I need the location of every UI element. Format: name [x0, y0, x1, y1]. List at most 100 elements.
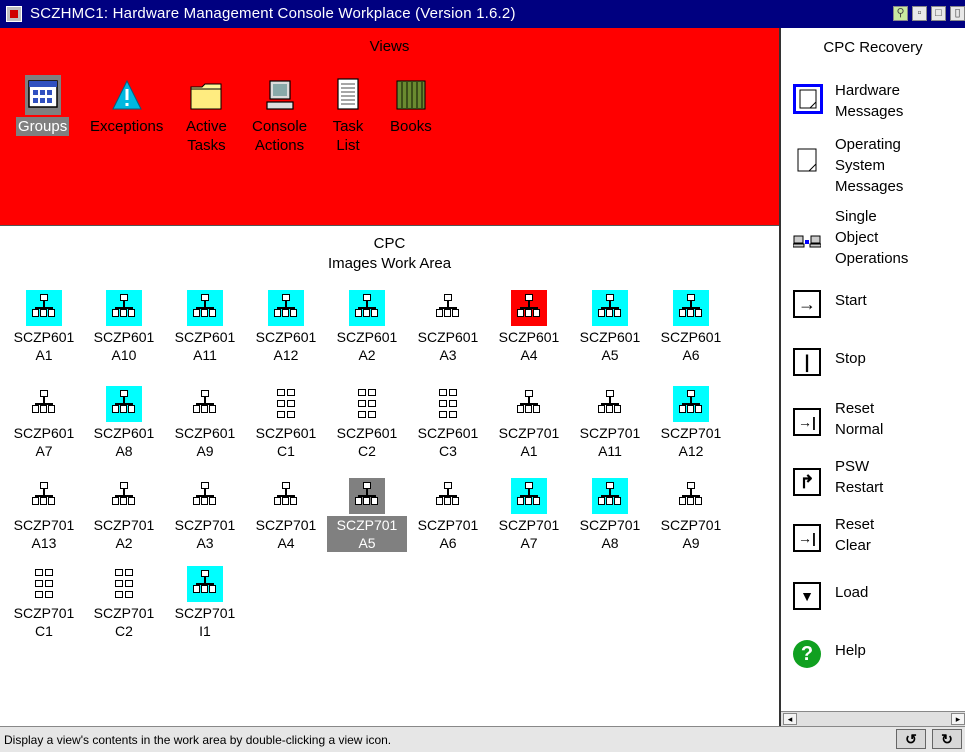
image-object[interactable]: SCZP601 A1	[4, 290, 84, 364]
scroll-left-button[interactable]: ◂	[783, 713, 797, 725]
refresh-icon[interactable]: ↺	[896, 729, 926, 749]
image-object[interactable]: SCZP601 A2	[327, 290, 407, 364]
image-object[interactable]: SCZP701 C2	[84, 566, 164, 640]
image-object-name: SCZP701 A1	[498, 425, 560, 459]
partition-tree-icon	[187, 290, 223, 326]
view-label: Console Actions	[252, 118, 308, 154]
task-label: Hardware Messages	[835, 82, 904, 120]
image-object-name: SCZP601 A9	[174, 425, 236, 459]
window-title: SCZHMC1: Hardware Management Console Wor…	[30, 5, 516, 22]
active-tasks-icon	[188, 75, 224, 115]
image-object[interactable]: SCZP701 A2	[84, 478, 164, 552]
image-object[interactable]: SCZP701 A9	[651, 478, 731, 552]
image-object-name: SCZP701 A3	[174, 517, 236, 551]
image-object-name: SCZP701 A2	[93, 517, 155, 551]
coupling-facility-icon	[349, 386, 385, 422]
partition-tree-icon	[430, 478, 466, 514]
image-object-name: SCZP701 A6	[417, 517, 479, 551]
image-object[interactable]: SCZP601 A3	[408, 290, 488, 364]
image-object[interactable]: SCZP701 A7	[489, 478, 569, 552]
view-books[interactable]: Books	[390, 75, 432, 136]
view-exceptions[interactable]: Exceptions	[90, 75, 163, 136]
image-object[interactable]: SCZP701 A12	[651, 386, 731, 460]
view-task-list[interactable]: Task List	[330, 75, 366, 155]
view-console-actions[interactable]: Console Actions	[252, 75, 307, 155]
tasks-scrollbar[interactable]: ◂ ▸	[781, 711, 965, 726]
partition-tree-icon	[187, 566, 223, 602]
task-label: Reset Normal	[835, 400, 884, 438]
image-object-name: SCZP701 A9	[660, 517, 722, 551]
image-object-name: SCZP601 A5	[579, 329, 641, 363]
view-groups[interactable]: Groups	[16, 75, 70, 136]
image-object[interactable]: SCZP601 C2	[327, 386, 407, 460]
image-object[interactable]: SCZP701 A8	[570, 478, 650, 552]
image-object[interactable]: SCZP601 A11	[165, 290, 245, 364]
partition-tree-icon	[430, 290, 466, 326]
image-object[interactable]: SCZP601 C3	[408, 386, 488, 460]
image-object-name: SCZP701 C2	[93, 605, 155, 639]
image-object[interactable]: SCZP601 A9	[165, 386, 245, 460]
partition-tree-icon	[592, 386, 628, 422]
image-object[interactable]: SCZP701 A1	[489, 386, 569, 460]
console-actions-icon	[262, 75, 298, 115]
image-object-name: SCZP601 A8	[93, 425, 155, 459]
books-icon	[393, 75, 429, 115]
image-object-name: SCZP601 A3	[417, 329, 479, 363]
minimize-button[interactable]: ▫	[912, 6, 927, 21]
partition-tree-icon	[187, 386, 223, 422]
help-icon: ?	[793, 640, 821, 668]
image-object[interactable]: SCZP701 A3	[165, 478, 245, 552]
image-object[interactable]: SCZP701 A4	[246, 478, 326, 552]
app-icon[interactable]	[6, 6, 22, 22]
image-object-name: SCZP601 A11	[174, 329, 236, 363]
image-object[interactable]: SCZP601 A8	[84, 386, 164, 460]
image-object[interactable]: SCZP701 A5	[327, 478, 407, 552]
image-object-name: SCZP601 C3	[417, 425, 479, 459]
image-object[interactable]: SCZP601 A5	[570, 290, 650, 364]
task-label: PSW Restart	[835, 458, 884, 496]
image-object[interactable]: SCZP701 A11	[570, 386, 650, 460]
status-message: Display a view's contents in the work ar…	[4, 733, 392, 747]
os-messages-icon	[793, 146, 821, 174]
partition-tree-icon	[106, 386, 142, 422]
reset-normal-icon: →|	[793, 408, 821, 436]
image-object-name: SCZP601 A2	[336, 329, 398, 363]
reset-clear-icon: →|	[793, 524, 821, 552]
image-object-name: SCZP601 A4	[498, 329, 560, 363]
image-object[interactable]: SCZP701 I1	[165, 566, 245, 640]
magnifier-icon[interactable]: ⚲	[893, 6, 908, 21]
partition-tree-icon	[511, 290, 547, 326]
stop-icon: |	[793, 348, 821, 376]
partition-tree-icon	[268, 478, 304, 514]
partition-tree-icon	[592, 478, 628, 514]
start-icon: →	[793, 290, 821, 318]
view-label: Exceptions	[90, 118, 164, 135]
partition-tree-icon	[349, 478, 385, 514]
image-object-name: SCZP601 A7	[13, 425, 75, 459]
tasks-title: CPC Recovery	[823, 39, 923, 56]
image-object[interactable]: SCZP601 A7	[4, 386, 84, 460]
image-object[interactable]: SCZP601 A12	[246, 290, 326, 364]
load-icon: ▼	[793, 582, 821, 610]
scroll-right-button[interactable]: ▸	[951, 713, 965, 725]
image-object[interactable]: SCZP601 A6	[651, 290, 731, 364]
image-object[interactable]: SCZP601 C1	[246, 386, 326, 460]
image-object[interactable]: SCZP701 C1	[4, 566, 84, 640]
restore-button[interactable]: ▯	[950, 6, 965, 21]
task-label: Reset Clear	[835, 516, 875, 554]
image-object[interactable]: SCZP601 A4	[489, 290, 569, 364]
image-object[interactable]: SCZP601 A10	[84, 290, 164, 364]
image-object-name: SCZP701 C1	[13, 605, 75, 639]
image-object[interactable]: SCZP701 A6	[408, 478, 488, 552]
image-object-name: SCZP601 A12	[255, 329, 317, 363]
views-header: Views	[369, 38, 410, 55]
view-active-tasks[interactable]: Active Tasks	[186, 75, 227, 155]
task-label: Single Object Operations	[835, 208, 909, 267]
view-label: Books	[390, 118, 432, 135]
sync-icon[interactable]: ↻	[932, 729, 962, 749]
image-object[interactable]: SCZP701 A13	[4, 478, 84, 552]
maximize-button[interactable]: □	[931, 6, 946, 21]
exceptions-icon	[109, 75, 145, 115]
image-object-name: SCZP701 A4	[255, 517, 317, 551]
image-object-name: SCZP701 I1	[174, 605, 236, 639]
